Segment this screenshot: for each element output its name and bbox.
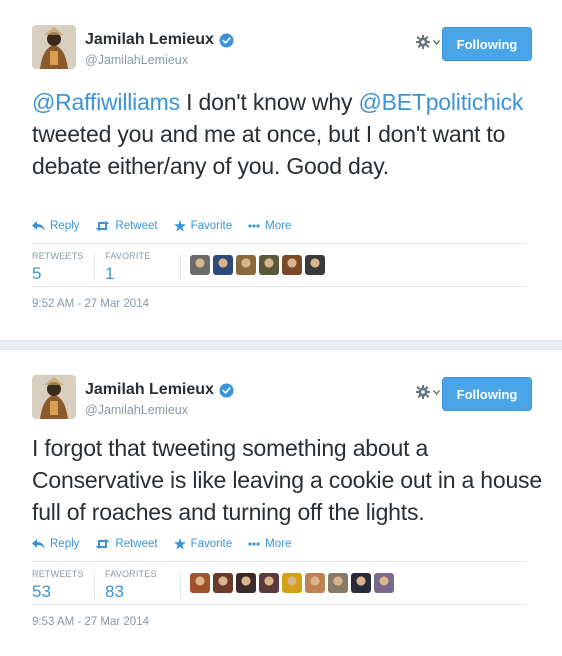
following-button[interactable]: Following [442, 377, 532, 411]
gear-icon [416, 385, 430, 399]
favoriter-avatar[interactable] [236, 255, 256, 275]
tweet-stats: RETWEETS 5 FAVORITE 1 [32, 243, 526, 287]
tweet-timestamp[interactable]: 9:53 AM - 27 Mar 2014 [32, 616, 149, 628]
favoriter-avatars [190, 573, 394, 593]
favoriter-avatar[interactable] [213, 573, 233, 593]
favoriter-avatar[interactable] [351, 573, 371, 593]
more-action[interactable]: More [248, 538, 291, 550]
retweets-stat[interactable]: RETWEETS 5 [32, 251, 84, 284]
retweet-action[interactable]: Retweet [95, 220, 158, 232]
favorites-label: FAVORITES [105, 569, 157, 579]
avatar[interactable] [32, 375, 76, 419]
reply-label: Reply [50, 220, 80, 232]
favorites-stat[interactable]: FAVORITE 1 [105, 251, 150, 284]
tweet-timestamp[interactable]: 9:52 AM - 27 Mar 2014 [32, 298, 149, 310]
retweet-icon [95, 221, 110, 231]
favoriter-avatar[interactable] [305, 255, 325, 275]
favoriter-avatar[interactable] [190, 573, 210, 593]
favoriter-avatar[interactable] [259, 573, 279, 593]
favoriter-avatar[interactable] [328, 573, 348, 593]
retweet-label: Retweet [115, 538, 158, 550]
reply-action[interactable]: Reply [32, 538, 79, 550]
tweet-actions: Reply Retweet Favorite More [32, 220, 291, 232]
user-actions-menu[interactable] [416, 35, 440, 49]
tweet-text: I forgot that tweeting something about a… [32, 435, 542, 525]
reply-label: Reply [50, 538, 80, 550]
favoriter-avatar[interactable] [259, 255, 279, 275]
stat-divider [94, 571, 95, 598]
author-row: Jamilah Lemieux [85, 381, 234, 399]
more-icon [248, 542, 260, 546]
author-row: Jamilah Lemieux [85, 31, 234, 49]
mention-link[interactable]: @BETpolitichick [358, 89, 523, 115]
reply-icon [32, 221, 45, 231]
favoriter-avatar[interactable] [282, 255, 302, 275]
tweet-text-part: tweeted you and me at once, but I don't … [32, 121, 506, 179]
favorite-label: Favorite [190, 538, 233, 550]
tweet-stats: RETWEETS 53 FAVORITES 83 [32, 561, 526, 605]
tweet-actions: Reply Retweet Favorite More [32, 538, 291, 550]
tweet-1: Jamilah Lemieux @JamilahLemieux Followin… [0, 0, 562, 340]
favorite-label: Favorite [190, 220, 233, 232]
mention-link[interactable]: @Raffiwilliams [32, 89, 180, 115]
retweets-count: 53 [32, 582, 51, 601]
star-icon [173, 220, 186, 232]
more-action[interactable]: More [248, 220, 291, 232]
following-button[interactable]: Following [442, 27, 532, 61]
retweets-stat[interactable]: RETWEETS 53 [32, 569, 84, 602]
retweet-label: Retweet [115, 220, 158, 232]
more-label: More [265, 538, 292, 550]
favoriter-avatar[interactable] [305, 573, 325, 593]
verified-badge-icon [219, 382, 234, 398]
retweet-icon [95, 539, 110, 549]
favoriter-avatar[interactable] [282, 573, 302, 593]
tweet-separator [0, 340, 562, 350]
retweet-action[interactable]: Retweet [95, 538, 158, 550]
favorites-count: 1 [105, 264, 115, 283]
stat-divider [180, 571, 181, 598]
star-icon [173, 538, 186, 550]
tweet-2: Jamilah Lemieux @JamilahLemieux Followin… [0, 350, 562, 656]
favorites-stat[interactable]: FAVORITES 83 [105, 569, 157, 602]
author-name[interactable]: Jamilah Lemieux [85, 381, 214, 399]
tweet-text-part: I don't know why [179, 89, 359, 115]
gear-icon [416, 35, 430, 49]
favorites-count: 83 [105, 582, 124, 601]
chevron-down-icon [433, 39, 440, 45]
stat-divider [94, 253, 95, 280]
stat-divider [180, 253, 181, 280]
tweet-text: @Raffiwilliams I don't know why @BETpoli… [32, 86, 542, 182]
reply-icon [32, 539, 45, 549]
favorite-action[interactable]: Favorite [173, 538, 233, 550]
reply-action[interactable]: Reply [32, 220, 79, 232]
retweets-label: RETWEETS [32, 569, 84, 579]
avatar[interactable] [32, 25, 76, 69]
favoriter-avatar[interactable] [190, 255, 210, 275]
chevron-down-icon [433, 389, 440, 395]
favoriter-avatar[interactable] [374, 573, 394, 593]
retweets-label: RETWEETS [32, 251, 84, 261]
more-icon [248, 224, 260, 228]
favorites-label: FAVORITE [105, 251, 151, 261]
verified-badge-icon [219, 32, 234, 48]
favorite-action[interactable]: Favorite [173, 220, 233, 232]
author-handle[interactable]: @JamilahLemieux [85, 403, 188, 417]
favoriter-avatars [190, 255, 325, 275]
retweets-count: 5 [32, 264, 42, 283]
favoriter-avatar[interactable] [213, 255, 233, 275]
author-handle[interactable]: @JamilahLemieux [85, 53, 188, 67]
more-label: More [265, 220, 292, 232]
favoriter-avatar[interactable] [236, 573, 256, 593]
author-name[interactable]: Jamilah Lemieux [85, 31, 214, 49]
user-actions-menu[interactable] [416, 385, 440, 399]
